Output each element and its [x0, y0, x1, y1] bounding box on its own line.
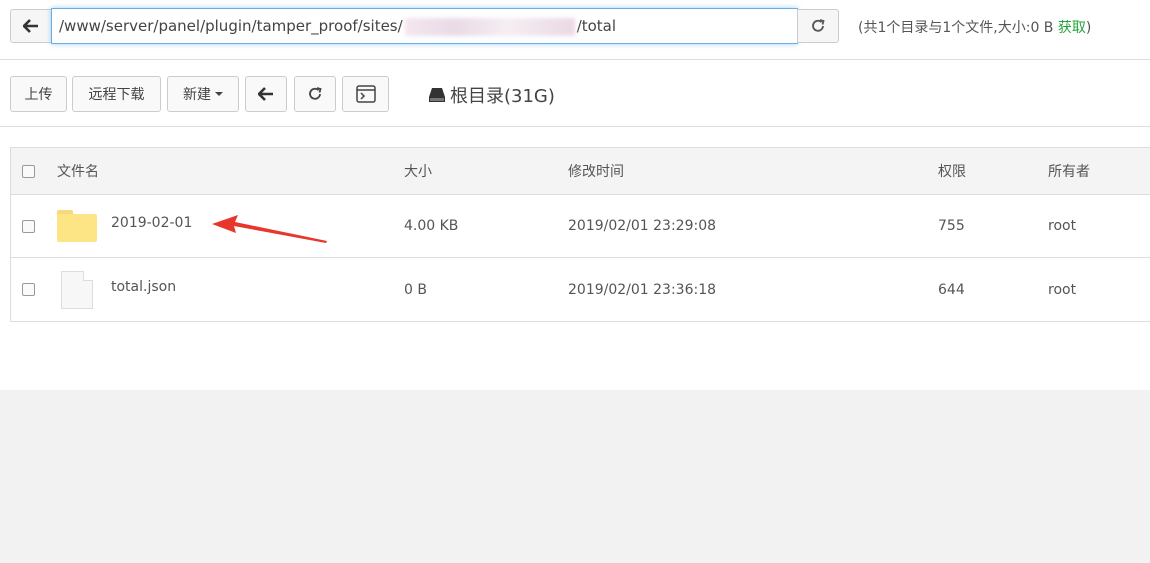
- fetch-size-link[interactable]: 获取: [1058, 20, 1086, 36]
- path-refresh-button[interactable]: [797, 9, 839, 43]
- toolbar: 上传 远程下载 新建 根目录(31G): [0, 60, 1150, 127]
- file-table: 文件名 大小 修改时间 权限 所有者 2019-02-01 4.00 KB 20…: [10, 147, 1150, 322]
- file-permission[interactable]: 644: [938, 258, 965, 321]
- path-bar: /www/server/panel/plugin/tamper_proof/si…: [0, 0, 1150, 60]
- row-checkbox[interactable]: [22, 219, 35, 233]
- header-filename[interactable]: 文件名: [57, 148, 99, 194]
- arrow-left-icon: [258, 87, 273, 101]
- root-dir-label: 根目录(31G): [450, 86, 555, 107]
- parent-dir-button[interactable]: [245, 76, 287, 112]
- folder-icon: [57, 210, 97, 242]
- row-checkbox[interactable]: [22, 283, 35, 296]
- table-row[interactable]: total.json 0 B 2019/02/01 23:36:18 644 r…: [11, 258, 1150, 321]
- path-back-button[interactable]: [10, 9, 52, 43]
- refresh-icon: [812, 19, 825, 32]
- header-permission[interactable]: 权限: [938, 148, 966, 194]
- terminal-button[interactable]: [342, 76, 389, 112]
- file-mtime: 2019/02/01 23:36:18: [568, 281, 717, 298]
- file-size: 4.00 KB: [404, 218, 459, 234]
- refresh-button[interactable]: [294, 76, 336, 112]
- file-size: 0 B: [404, 281, 427, 298]
- header-owner[interactable]: 所有者: [1048, 148, 1090, 194]
- arrow-left-icon: [23, 19, 38, 33]
- table-header: 文件名 大小 修改时间 权限 所有者: [11, 148, 1150, 195]
- header-mtime[interactable]: 修改时间: [568, 148, 624, 194]
- path-prefix: /www/server/panel/plugin/tamper_proof/si…: [59, 17, 403, 35]
- file-permission[interactable]: 755: [938, 195, 965, 257]
- table-row[interactable]: 2019-02-01 4.00 KB 2019/02/01 23:29:08 7…: [11, 195, 1150, 258]
- path-input[interactable]: /www/server/panel/plugin/tamper_proof/si…: [51, 8, 798, 44]
- file-owner[interactable]: root: [1048, 195, 1076, 257]
- remote-download-button[interactable]: 远程下载: [72, 76, 161, 112]
- caret-down-icon: [215, 92, 223, 96]
- file-owner[interactable]: root: [1048, 258, 1076, 321]
- dir-info: (共1个目录与1个文件,大小:0 B 获取): [858, 20, 1092, 36]
- new-dropdown-button[interactable]: 新建: [167, 76, 239, 112]
- terminal-icon: [355, 85, 376, 103]
- root-dir[interactable]: 根目录(31G): [428, 82, 555, 108]
- new-label: 新建: [183, 87, 211, 103]
- redacted-site-name: [404, 17, 575, 36]
- refresh-icon: [309, 87, 322, 100]
- file-name[interactable]: total.json: [111, 255, 176, 318]
- upload-button[interactable]: 上传: [10, 76, 67, 112]
- file-manager-panel: /www/server/panel/plugin/tamper_proof/si…: [0, 0, 1150, 390]
- path-suffix: /total: [576, 17, 617, 35]
- file-icon: [61, 270, 93, 309]
- annotation-arrow-icon: [212, 215, 327, 243]
- file-mtime: 2019/02/01 23:29:08: [568, 218, 717, 234]
- select-all-checkbox[interactable]: [22, 164, 35, 178]
- header-size[interactable]: 大小: [404, 148, 432, 194]
- file-name[interactable]: 2019-02-01: [111, 192, 192, 254]
- hdd-icon: [429, 88, 445, 102]
